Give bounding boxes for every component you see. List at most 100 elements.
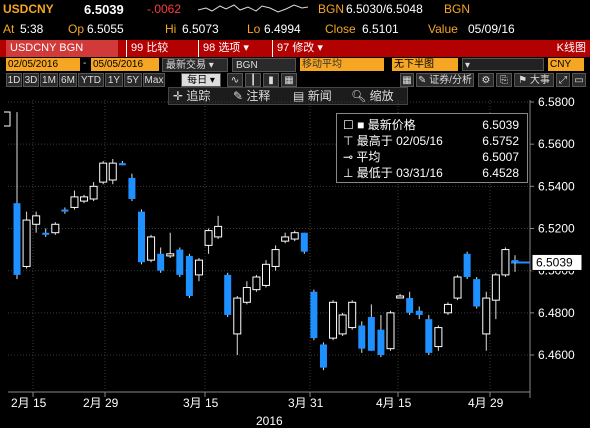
quote-header-row-1: USDCNY 6.5039 -.0062 BGN 6.5030/6.5048 B… <box>0 2 590 17</box>
candle <box>319 342 327 371</box>
candle-body-up <box>329 301 338 339</box>
bar-chart-icon[interactable]: ▮ <box>263 73 279 87</box>
candle <box>99 161 108 185</box>
candle-body-up <box>290 232 299 240</box>
period-1y[interactable]: 1Y <box>105 73 123 87</box>
candle <box>108 158 117 185</box>
legend-label: 最高于 02/05/16 <box>356 134 443 148</box>
frequency-label: 每日 <box>187 75 208 86</box>
candle-body-up <box>262 263 270 286</box>
candle-body-down <box>425 319 433 353</box>
currency-field[interactable]: CNY <box>548 58 584 71</box>
candle-body-up <box>281 236 290 242</box>
low-value: 6.4994 <box>264 22 301 36</box>
legend-value: 6.4528 <box>482 166 519 180</box>
candle-body-up <box>80 196 89 202</box>
candle-body-down <box>511 260 519 263</box>
security-analysis-button[interactable]: ✎ 证券/分析 <box>416 73 474 87</box>
period-ytd[interactable]: YTD <box>78 73 104 87</box>
period-3d[interactable]: 3D <box>23 73 39 87</box>
grid-icon[interactable]: ▦ <box>400 73 414 87</box>
period-1d[interactable]: 1D <box>6 73 22 87</box>
date-from-field[interactable]: 02/05/2016 <box>6 58 80 71</box>
legend-row-high: ⊤ 最高于 02/05/16 6.5752 <box>343 134 525 148</box>
moving-average-select[interactable]: 移动平均 <box>300 58 384 71</box>
period-6m[interactable]: 6M <box>59 73 77 87</box>
period-5y[interactable]: 5Y <box>124 73 142 87</box>
candle-body-up <box>32 215 41 225</box>
candle-body-up <box>108 162 117 181</box>
table-icon[interactable]: ▦ <box>281 73 297 87</box>
line-chart-icon[interactable]: ∿ <box>227 73 243 87</box>
candle-body-down <box>13 203 21 275</box>
bracket-icon <box>4 111 11 127</box>
date-to-field[interactable]: 05/05/2016 <box>91 58 159 71</box>
candle <box>491 272 500 320</box>
candle-body-down <box>319 344 327 368</box>
candle-body-down <box>128 177 136 199</box>
period-max[interactable]: Max <box>143 73 165 87</box>
candle <box>166 232 175 259</box>
candle <box>396 293 405 299</box>
y-tick-label: 6.5200 <box>538 222 575 236</box>
modify-menu[interactable]: 97 修改 ▾ <box>272 40 344 57</box>
price-field-label: 最新交易 <box>166 60 206 71</box>
candle-body-up <box>204 230 213 246</box>
price-field-select[interactable]: 最新交易 ▾ <box>162 58 228 72</box>
events-button[interactable]: ⚑ 大事 <box>514 73 554 87</box>
legend-square-icon: ☐ ■ <box>343 118 365 132</box>
sparkline-icon <box>198 4 308 13</box>
x-tick-label: 3月 31 <box>288 396 324 410</box>
candle <box>329 300 338 341</box>
candle-body-down <box>176 249 184 275</box>
candle-body-down <box>157 253 165 271</box>
candle <box>290 230 299 242</box>
period-1m[interactable]: 1M <box>40 73 58 87</box>
bid-ask-label: BGN <box>318 2 345 16</box>
candle-body-down <box>310 291 318 339</box>
candle-body-down <box>138 211 145 263</box>
open-value: 6.5055 <box>87 22 124 36</box>
close-value: 6.5101 <box>362 22 399 36</box>
bid-ask-source: BGN <box>444 2 471 16</box>
legend-label: 平均 <box>356 150 381 164</box>
candle-body-down <box>377 329 385 355</box>
candle-body-down <box>224 274 232 315</box>
candle <box>80 194 89 204</box>
compare-menu-label: 比较 <box>146 42 169 54</box>
lower-chart-select[interactable]: 无下半图 <box>392 58 458 71</box>
candle <box>281 232 290 244</box>
frequency-select[interactable]: 每日 ▾ <box>181 73 221 87</box>
candle-chart-icon[interactable]: ┃ <box>245 73 261 87</box>
candle-body-down <box>358 325 366 349</box>
source-field[interactable]: BGN <box>232 58 296 72</box>
candle <box>463 251 471 280</box>
security-field[interactable]: USDCNY BGN Curncy <box>6 40 118 71</box>
candle-body-down <box>61 209 69 212</box>
value-date: 05/09/16 <box>468 22 515 36</box>
candle <box>224 272 232 318</box>
candle <box>61 207 69 214</box>
x-tick-label: 2月 29 <box>83 396 119 410</box>
legend-row-average: ⊸ 平均 6.5007 <box>343 150 525 164</box>
blank-select[interactable]: ▾ <box>462 58 544 71</box>
compare-menu[interactable]: 99 比较 <box>126 40 196 57</box>
options-menu-label: 选项 <box>218 42 241 54</box>
candle-body-up <box>22 219 31 267</box>
candle <box>194 258 203 282</box>
at-label: At <box>3 22 15 36</box>
save-icon[interactable]: ⎘ <box>496 73 512 87</box>
settings-icon[interactable]: ⚙ <box>478 73 494 87</box>
candle <box>32 211 41 233</box>
options-menu[interactable]: 98 选项 ▾ <box>198 40 268 57</box>
candle-body-up <box>194 259 203 276</box>
candle-body-down <box>415 310 423 315</box>
candle-body-up <box>453 276 462 299</box>
dock-icon[interactable]: ▭ <box>572 73 586 87</box>
last-price: 6.5039 <box>84 2 124 17</box>
expand-icon[interactable]: ⤢ <box>556 73 570 87</box>
candle <box>42 228 50 237</box>
y-tick-label: 6.5400 <box>538 179 575 193</box>
candle-body-up <box>443 303 452 314</box>
ticker-label: USDCNY <box>3 2 54 16</box>
